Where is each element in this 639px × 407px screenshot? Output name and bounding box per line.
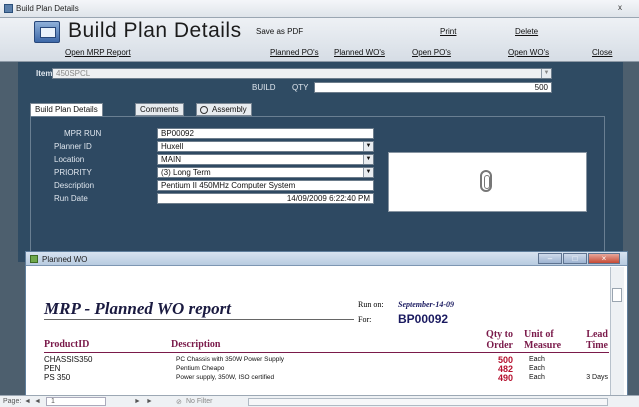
open-mrp-report-button[interactable]: Open MRP Report (65, 48, 131, 57)
horizontal-scrollbar[interactable] (248, 398, 608, 406)
planner-id-label: Planner ID (54, 142, 92, 151)
qty-label: QTY (292, 83, 309, 92)
report-window-titlebar: Planned WO – □ × (26, 252, 627, 266)
page-label: Page: (3, 398, 22, 405)
tab-assembly[interactable]: Assembly (196, 103, 252, 116)
run-on-label: Run on: (358, 300, 384, 309)
maximize-icon: □ (572, 254, 578, 263)
planned-wo-window: Planned WO – □ × MRP - Planned WO report… (25, 251, 628, 397)
mpr-run-field[interactable]: BP00092 (157, 128, 374, 139)
window-close-icon[interactable]: x (618, 3, 622, 12)
print-button[interactable]: Print (440, 27, 456, 36)
first-page-icon[interactable]: ◄ (24, 398, 31, 405)
tab-comments[interactable]: Comments (135, 103, 184, 116)
maximize-button[interactable]: □ (563, 253, 587, 264)
minimize-button[interactable]: – (538, 253, 562, 264)
for-value: BP00092 (398, 312, 449, 326)
planner-id-value: Huxell (161, 142, 184, 151)
prev-page-icon[interactable]: ◄ (34, 398, 41, 405)
row-1-uom: Each (529, 356, 545, 363)
description-field[interactable]: Pentium II 450MHz Computer System (157, 180, 374, 191)
report-window-title: Planned WO (42, 255, 88, 264)
report-close-button[interactable]: × (588, 253, 620, 264)
close-button[interactable]: Close (592, 48, 612, 57)
row-3-uom: Each (529, 374, 545, 381)
open-pos-button[interactable]: Open PO's (412, 48, 451, 57)
report-icon (30, 255, 38, 263)
scrollbar-thumb[interactable] (612, 288, 622, 302)
chevron-down-icon[interactable]: ▼ (541, 69, 551, 78)
form-header: Build Plan Details Save as PDF Print Del… (0, 18, 639, 62)
paperclip-icon[interactable] (480, 170, 492, 192)
col-description: Description (171, 339, 221, 350)
header-rule (44, 352, 609, 353)
row-1-description: PC Chassis with 350W Power Supply (176, 356, 285, 363)
col-lead-2: Time (585, 340, 608, 351)
chevron-down-icon[interactable]: ▼ (363, 142, 373, 151)
row-2-description: Pentium Cheapo (176, 365, 225, 372)
form-icon (34, 21, 60, 43)
planned-wos-button[interactable]: Planned WO's (334, 48, 385, 57)
col-qty-2: Order (486, 340, 513, 351)
mpr-run-label: MPR RUN (64, 129, 102, 138)
assembly-icon (200, 106, 208, 114)
last-page-icon[interactable]: ► (146, 398, 153, 405)
item-label: Item (36, 69, 53, 78)
row-3-product: PS 350 (44, 373, 71, 382)
tab-assembly-label: Assembly (212, 105, 247, 114)
for-label: For: (358, 315, 372, 324)
filter-icon: ⊘ (176, 399, 182, 406)
run-on-value: September-14-09 (398, 300, 454, 309)
report-scrollbar[interactable] (610, 267, 624, 397)
col-qty-1: Qty to (486, 329, 513, 340)
close-icon: × (601, 254, 607, 263)
run-date-field[interactable]: 14/09/2009 6:22:40 PM (157, 193, 374, 204)
page-number-input[interactable]: 1 (46, 397, 106, 406)
row-3-lead: 3 Days (586, 374, 608, 381)
row-3-qty: 490 (497, 373, 513, 383)
row-1-product: CHASSIS350 (44, 355, 93, 364)
report-title: MRP - Planned WO report (44, 299, 232, 318)
row-3-description: Power supply, 350W, ISO certified (176, 374, 275, 381)
item-field[interactable]: 450SPCL ▼ (52, 68, 552, 79)
priority-select[interactable]: (3) Long Term ▼ (157, 167, 374, 178)
qty-field[interactable]: 500 (314, 82, 552, 93)
col-uom-2: Measure (524, 340, 562, 351)
priority-label: PRIORITY (54, 168, 92, 177)
window-titlebar: Build Plan Details x (0, 0, 639, 18)
window-title: Build Plan Details (16, 4, 79, 13)
chevron-down-icon[interactable]: ▼ (363, 155, 373, 164)
col-lead-1: Lead (586, 329, 608, 340)
next-page-icon[interactable]: ► (134, 398, 141, 405)
col-productid: ProductID (44, 339, 90, 350)
minimize-icon: – (547, 254, 553, 263)
planned-pos-button[interactable]: Planned PO's (270, 48, 319, 57)
row-2-uom: Each (529, 365, 545, 372)
page-title: Build Plan Details (68, 19, 242, 42)
description-label: Description (54, 181, 95, 190)
delete-button[interactable]: Delete (515, 27, 538, 36)
record-navigation-bar: Page: ◄ ◄ 1 ► ► ⊘ No Filter (0, 395, 639, 407)
priority-value: (3) Long Term (161, 168, 211, 177)
location-value: MAIN (161, 155, 181, 164)
title-underline (44, 319, 354, 320)
item-value: 450SPCL (56, 69, 91, 78)
location-label: Location (54, 155, 85, 164)
open-wos-button[interactable]: Open WO's (508, 48, 549, 57)
chevron-down-icon[interactable]: ▼ (363, 168, 373, 177)
planner-id-select[interactable]: Huxell ▼ (157, 141, 374, 152)
build-label: BUILD (252, 83, 276, 92)
col-uom-1: Unit of (524, 329, 554, 340)
tab-build-plan-details[interactable]: Build Plan Details (30, 103, 103, 117)
location-select[interactable]: MAIN ▼ (157, 154, 374, 165)
save-as-pdf-button[interactable]: Save as PDF (256, 27, 303, 36)
filter-status[interactable]: No Filter (186, 398, 212, 405)
app-icon (4, 4, 13, 13)
row-2-product: PEN (44, 364, 61, 373)
run-date-label: Run Date (54, 194, 88, 203)
